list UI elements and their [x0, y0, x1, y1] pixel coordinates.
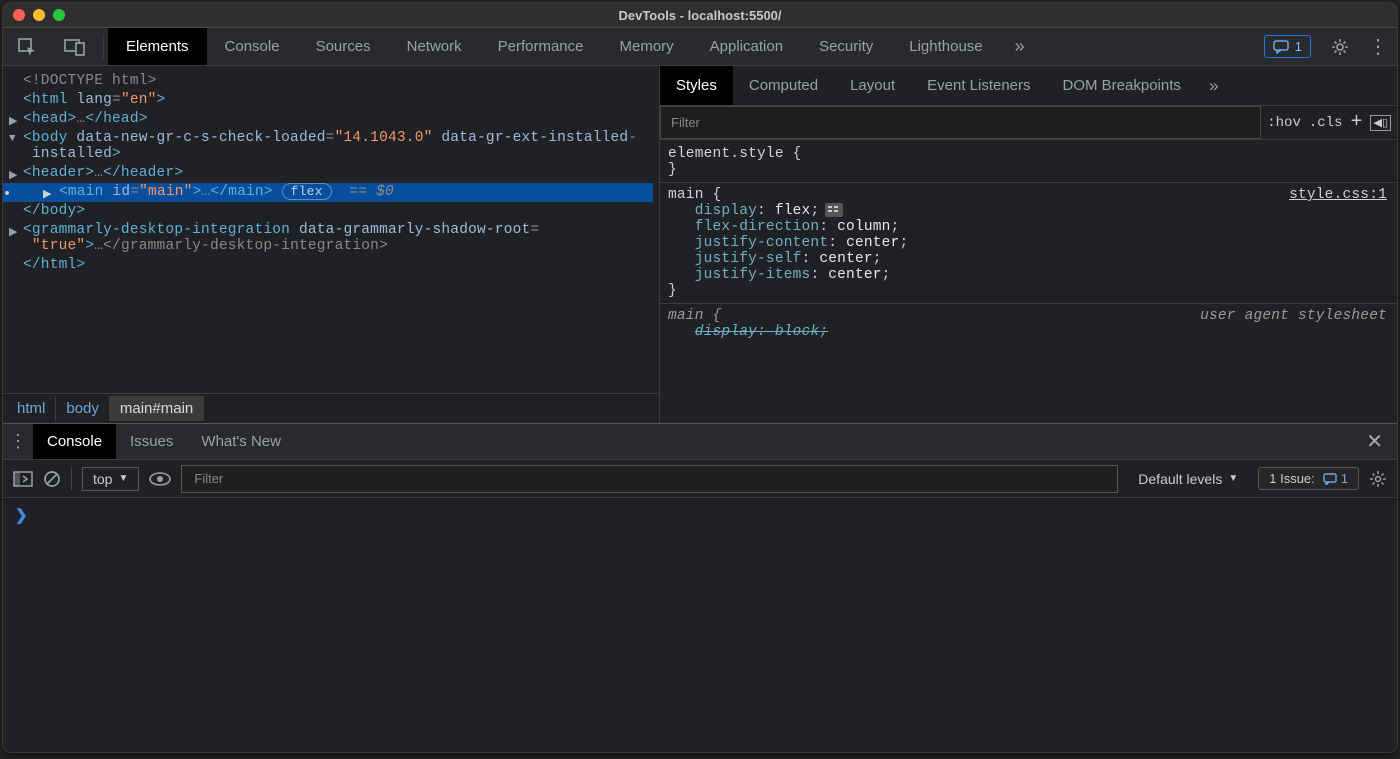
toggle-sidebar-icon[interactable]: ◀▯	[1370, 115, 1391, 131]
tab-memory[interactable]: Memory	[602, 28, 692, 65]
tab-computed[interactable]: Computed	[733, 66, 834, 105]
tab-lighthouse[interactable]: Lighthouse	[891, 28, 1000, 65]
styles-filter-row: Filter :hov .cls + ◀▯	[660, 106, 1397, 140]
dom-line-grammarly-open[interactable]: ▶<grammarly-desktop-integration data-gra…	[23, 221, 653, 256]
crumb-body[interactable]: body	[56, 396, 110, 421]
tab-sources[interactable]: Sources	[298, 28, 389, 65]
log-levels-select[interactable]: Default levels ▼	[1128, 468, 1248, 490]
dom-line-main-selected[interactable]: •••▶<main id="main">…</main> flex == $0	[3, 183, 653, 202]
clear-console-icon[interactable]	[43, 470, 61, 488]
tab-event-listeners[interactable]: Event Listeners	[911, 66, 1046, 105]
drawer-tabs: ⋮ Console Issues What's New ✕	[3, 424, 1397, 460]
tab-layout[interactable]: Layout	[834, 66, 911, 105]
drawer-tab-issues[interactable]: Issues	[116, 424, 187, 459]
device-toolbar-icon[interactable]	[51, 28, 99, 65]
dom-breadcrumbs: html body main#main	[3, 393, 659, 423]
dom-tree[interactable]: <!DOCTYPE html> <html lang="en"> ▶<head>…	[3, 66, 659, 393]
crumb-main[interactable]: main#main	[110, 396, 204, 421]
source-link[interactable]: style.css:1	[1289, 187, 1387, 203]
console-filter-input[interactable]: Filter	[181, 465, 1118, 493]
messages-count: 1	[1295, 39, 1302, 54]
tab-elements[interactable]: Elements	[108, 28, 207, 65]
dom-line-body-close[interactable]: </body>	[23, 202, 653, 221]
dom-line-head[interactable]: ▶<head>…</head>	[23, 110, 653, 129]
devtools-window: DevTools - localhost:5500/ Elements Cons…	[2, 2, 1398, 753]
window-title: DevTools - localhost:5500/	[3, 8, 1397, 23]
tab-application[interactable]: Application	[692, 28, 801, 65]
css-rules[interactable]: element.style { } main {style.css:1 disp…	[660, 140, 1397, 423]
more-tabs-icon[interactable]: »	[1001, 28, 1039, 65]
console-drawer: ⋮ Console Issues What's New ✕ top ▼ Filt…	[3, 423, 1397, 752]
elements-panel: <!DOCTYPE html> <html lang="en"> ▶<head>…	[3, 66, 660, 423]
drawer-close-icon[interactable]: ✕	[1352, 429, 1397, 454]
styles-filter-input[interactable]: Filter	[660, 106, 1261, 139]
inspect-element-icon[interactable]	[3, 28, 51, 65]
tab-dom-breakpoints[interactable]: DOM Breakpoints	[1047, 66, 1197, 105]
dom-line-header[interactable]: ▶<header>…</header>	[23, 164, 653, 183]
messages-badge[interactable]: 1	[1264, 35, 1311, 58]
tab-styles[interactable]: Styles	[660, 66, 733, 105]
hov-toggle[interactable]: :hov	[1267, 115, 1301, 131]
tab-network[interactable]: Network	[389, 28, 480, 65]
main-toolbar: Elements Console Sources Network Perform…	[3, 28, 1397, 66]
cls-toggle[interactable]: .cls	[1309, 115, 1343, 131]
console-sidebar-icon[interactable]	[13, 471, 33, 487]
dom-line-html-open[interactable]: <html lang="en">	[23, 91, 653, 110]
tab-console[interactable]: Console	[207, 28, 298, 65]
more-styles-tabs-icon[interactable]: »	[1197, 76, 1231, 96]
console-settings-icon[interactable]	[1369, 470, 1387, 488]
more-menu-icon[interactable]: ⋮	[1359, 34, 1397, 59]
dom-line-html-close[interactable]: </html>	[23, 256, 653, 275]
issues-badge[interactable]: 1 Issue: 1	[1258, 467, 1359, 490]
tab-security[interactable]: Security	[801, 28, 891, 65]
tab-performance[interactable]: Performance	[480, 28, 602, 65]
flex-editor-icon[interactable]	[825, 203, 843, 217]
execution-context-select[interactable]: top ▼	[82, 467, 139, 491]
user-agent-source: user agent stylesheet	[1200, 308, 1387, 324]
styles-tabs: Styles Computed Layout Event Listeners D…	[660, 66, 1397, 106]
console-toolbar: top ▼ Filter Default levels ▼ 1 Issue: 1	[3, 460, 1397, 498]
flex-badge[interactable]: flex	[282, 183, 332, 200]
console-body[interactable]: ❯	[3, 498, 1397, 752]
elements-split: <!DOCTYPE html> <html lang="en"> ▶<head>…	[3, 66, 1397, 423]
dom-line-body-open[interactable]: ▼<body data-new-gr-c-s-check-loaded="14.…	[23, 129, 653, 164]
new-style-rule-icon[interactable]: +	[1350, 111, 1362, 134]
crumb-html[interactable]: html	[7, 396, 56, 421]
title-bar: DevTools - localhost:5500/	[3, 3, 1397, 28]
drawer-more-icon[interactable]: ⋮	[3, 431, 33, 452]
console-prompt-icon: ❯	[15, 508, 28, 525]
drawer-tab-console[interactable]: Console	[33, 424, 116, 459]
settings-icon[interactable]	[1321, 37, 1359, 57]
live-expression-icon[interactable]	[149, 472, 171, 486]
dom-line-doctype[interactable]: <!DOCTYPE html>	[23, 72, 653, 91]
drawer-tab-whatsnew[interactable]: What's New	[187, 424, 295, 459]
styles-panel: Styles Computed Layout Event Listeners D…	[660, 66, 1397, 423]
